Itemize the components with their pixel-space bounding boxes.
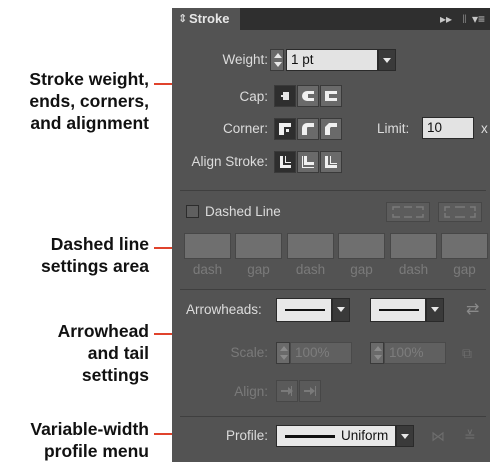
arrowhead-none-line bbox=[285, 309, 325, 311]
divider-3 bbox=[180, 416, 486, 417]
end-scale-stepper-icon[interactable] bbox=[370, 342, 384, 364]
align-inside-icon bbox=[302, 156, 314, 168]
link-scale-icon[interactable]: ⧉ bbox=[462, 344, 472, 362]
projecting-cap-button[interactable] bbox=[320, 85, 342, 107]
arrow-align-label: Align: bbox=[234, 384, 268, 399]
gap-3-label: gap bbox=[453, 262, 476, 277]
miter-limit-input[interactable]: 10 bbox=[422, 117, 474, 139]
scale-label: Scale: bbox=[230, 345, 268, 360]
weight-dropdown-button[interactable] bbox=[378, 49, 396, 71]
expand-panel-icon[interactable]: ▸▸ bbox=[440, 8, 452, 30]
round-join-button[interactable] bbox=[297, 118, 319, 140]
weight-input[interactable]: 1 pt bbox=[286, 49, 378, 71]
limit-suffix: x bbox=[481, 121, 488, 136]
align-outside-button[interactable] bbox=[320, 151, 342, 173]
callout-profile: Variable-width profile menu bbox=[30, 419, 149, 461]
dash-2-label: dash bbox=[295, 262, 326, 277]
gap-2-label: gap bbox=[350, 262, 373, 277]
dash-2-input[interactable] bbox=[287, 233, 334, 259]
profile-dropdown-button[interactable] bbox=[396, 425, 414, 447]
limit-label: Limit: bbox=[377, 121, 410, 136]
swap-arrowheads-icon[interactable]: ⇄ bbox=[466, 301, 479, 319]
round-cap-icon bbox=[302, 91, 314, 101]
round-join-icon bbox=[302, 123, 314, 135]
end-scale-input[interactable]: 100% bbox=[384, 342, 446, 364]
callout-arrowhead: Arrowhead and tail settings bbox=[57, 321, 149, 385]
gap-1-input[interactable] bbox=[235, 233, 282, 259]
dash-preserve-icon bbox=[392, 206, 424, 218]
start-scale-input[interactable]: 100% bbox=[290, 342, 352, 364]
dash-3-label: dash bbox=[398, 262, 429, 277]
collapse-toggle-icon[interactable]: ⇕ bbox=[178, 8, 187, 30]
stroke-panel: ⇕ Stroke ▸▸ ‖ ▾≡ Weight: 1 pt Cap: Corne… bbox=[172, 8, 490, 462]
arrowhead-none-line-end bbox=[379, 309, 419, 311]
dash-align-corners-button[interactable] bbox=[438, 202, 482, 222]
align-stroke-label: Align Stroke: bbox=[191, 154, 268, 169]
divider-1 bbox=[180, 190, 486, 191]
profile-select[interactable]: Uniform bbox=[276, 425, 396, 447]
profile-value: Uniform bbox=[341, 428, 389, 443]
start-scale-stepper-icon[interactable] bbox=[276, 342, 290, 364]
gap-3-input[interactable] bbox=[441, 233, 488, 259]
butt-cap-button[interactable] bbox=[274, 85, 296, 107]
dash-3-input[interactable] bbox=[390, 233, 437, 259]
callout-stroke-options: Stroke weight, ends, corners, and alignm… bbox=[29, 69, 149, 133]
arrow-tip-beyond-icon bbox=[281, 386, 293, 396]
start-arrowhead-select[interactable] bbox=[276, 298, 332, 322]
dash-align-corners-icon bbox=[444, 206, 476, 218]
align-center-button[interactable] bbox=[274, 151, 296, 173]
panel-header: ⇕ Stroke ▸▸ ‖ ▾≡ bbox=[172, 8, 490, 30]
arrow-tip-at-end-icon bbox=[304, 386, 316, 396]
flip-along-icon[interactable]: ⋈ bbox=[431, 427, 445, 445]
dash-1-input[interactable] bbox=[184, 233, 231, 259]
projecting-cap-icon bbox=[325, 91, 337, 101]
start-arrowhead-dropdown-button[interactable] bbox=[332, 298, 350, 322]
weight-label: Weight: bbox=[222, 52, 268, 67]
divider-2 bbox=[180, 289, 486, 290]
miter-join-icon bbox=[279, 123, 291, 135]
corner-label: Corner: bbox=[222, 121, 268, 136]
dash-1-label: dash bbox=[192, 262, 223, 277]
cap-label: Cap: bbox=[239, 89, 268, 104]
align-outside-icon bbox=[325, 156, 337, 168]
tab-stroke[interactable]: ⇕ Stroke bbox=[172, 8, 240, 30]
align-inside-button[interactable] bbox=[297, 151, 319, 173]
panel-menu-icon[interactable]: ▾≡ bbox=[472, 8, 485, 30]
panel-grip-icon: ‖ bbox=[462, 12, 467, 26]
arrow-tip-beyond-button[interactable] bbox=[276, 380, 298, 402]
bevel-join-button[interactable] bbox=[320, 118, 342, 140]
uniform-profile-line bbox=[285, 435, 335, 438]
weight-stepper-icon[interactable] bbox=[270, 49, 284, 71]
miter-join-button[interactable] bbox=[274, 118, 296, 140]
end-arrowhead-select[interactable] bbox=[370, 298, 426, 322]
butt-cap-icon bbox=[281, 92, 289, 100]
callout-dashed-line: Dashed line settings area bbox=[41, 234, 149, 276]
flip-across-icon[interactable]: ≚ bbox=[464, 427, 476, 445]
profile-label: Profile: bbox=[225, 428, 268, 443]
bevel-join-icon bbox=[325, 123, 337, 135]
round-cap-button[interactable] bbox=[297, 85, 319, 107]
gap-2-input[interactable] bbox=[338, 233, 385, 259]
align-center-icon bbox=[280, 156, 291, 168]
gap-1-label: gap bbox=[247, 262, 270, 277]
tab-stroke-label: Stroke bbox=[189, 11, 230, 26]
arrow-tip-at-end-button[interactable] bbox=[299, 380, 321, 402]
dash-preserve-button[interactable] bbox=[386, 202, 430, 222]
dashed-line-label: Dashed Line bbox=[205, 204, 281, 219]
dashed-line-checkbox[interactable] bbox=[186, 205, 199, 218]
end-arrowhead-dropdown-button[interactable] bbox=[426, 298, 444, 322]
arrowheads-label: Arrowheads: bbox=[186, 302, 262, 317]
